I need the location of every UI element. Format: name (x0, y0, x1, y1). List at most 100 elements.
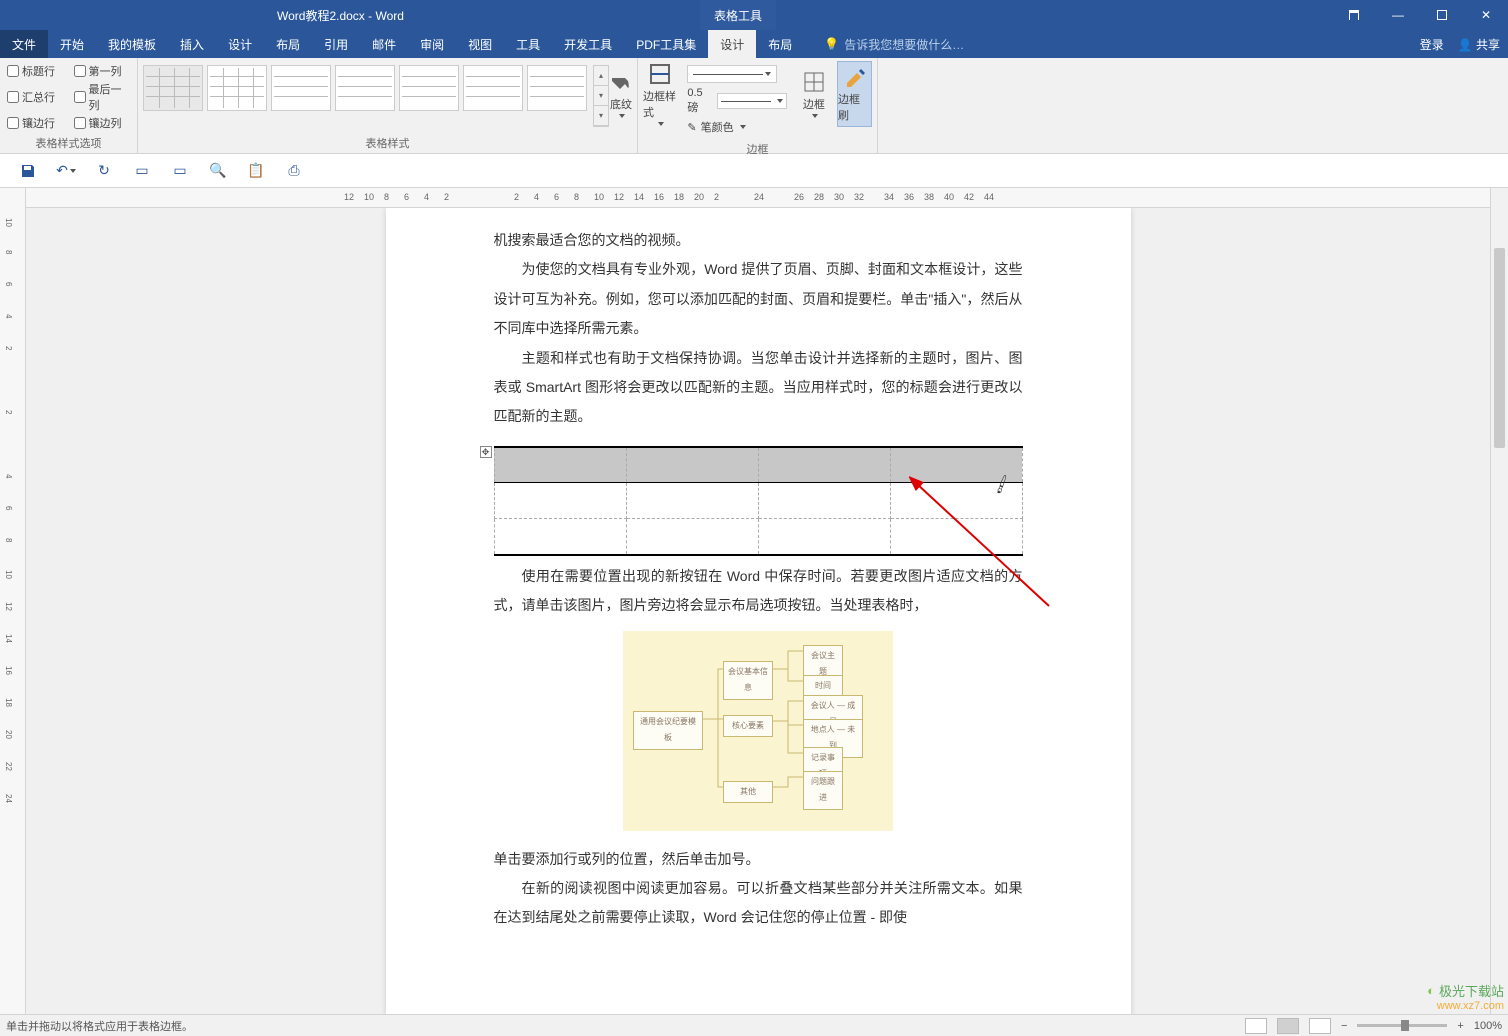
document-table[interactable] (494, 446, 1023, 556)
view-read-mode[interactable] (1245, 1018, 1267, 1034)
tab-insert[interactable]: 插入 (168, 30, 216, 58)
document-page[interactable]: 机搜索最适合您的文档的视频。 为使您的文档具有专业外观，Word 提供了页眉、页… (386, 208, 1131, 1014)
ruler-mark: 8 (384, 192, 389, 202)
tab-file[interactable]: 文件 (0, 30, 48, 58)
table-row[interactable] (494, 483, 1022, 519)
close-button[interactable]: ✕ (1464, 0, 1508, 30)
tab-layout[interactable]: 布局 (264, 30, 312, 58)
chk-last-col[interactable]: 最后一列 (74, 81, 131, 113)
contextual-tab-label: 表格工具 (700, 0, 776, 30)
view-web-layout[interactable] (1309, 1018, 1331, 1034)
table-row[interactable] (494, 447, 1022, 483)
ribbon-display-options[interactable] (1332, 0, 1376, 30)
chk-banded-col[interactable]: 镶边列 (74, 115, 131, 131)
chk-total-row[interactable]: 汇总行 (7, 81, 64, 113)
table-styles-gallery[interactable]: ▴▾▾ (143, 61, 609, 127)
tab-my-templates[interactable]: 我的模板 (96, 30, 168, 58)
qat-button[interactable]: 📋 (246, 161, 266, 181)
tell-me-search[interactable]: 💡告诉我您想要做什么… (824, 36, 964, 53)
tab-table-layout[interactable]: 布局 (756, 30, 804, 58)
ruler-mark: 6 (404, 192, 409, 202)
border-painter-button[interactable]: 边框刷 (837, 61, 872, 127)
shading-button[interactable]: 底纹 (609, 61, 633, 127)
table-style-thumb[interactable] (463, 65, 523, 111)
ruler-mark: 12 (344, 192, 354, 202)
vertical-scrollbar[interactable] (1490, 188, 1508, 1014)
chk-header-row[interactable]: 标题行 (7, 63, 64, 79)
ruler-mark: 26 (794, 192, 804, 202)
table-style-thumb[interactable] (207, 65, 267, 111)
embedded-diagram[interactable]: 通用会议纪要模板 会议基本信息 核心要素 其他 会议主题 时间 会议人 — 成员… (623, 631, 893, 831)
zoom-level[interactable]: 100% (1474, 1020, 1502, 1032)
ruler-mark: 10 (4, 218, 13, 227)
pen-weight-selector[interactable]: 0.5 磅 (687, 87, 786, 115)
ruler-mark: 4 (534, 192, 539, 202)
zoom-out-button[interactable]: − (1341, 1020, 1347, 1032)
zoom-slider-thumb[interactable] (1401, 1020, 1409, 1031)
scrollbar-thumb[interactable] (1494, 248, 1505, 448)
page-container[interactable]: 机搜索最适合您的文档的视频。 为使您的文档具有专业外观，Word 提供了页眉、页… (26, 208, 1490, 1014)
tab-references[interactable]: 引用 (312, 30, 360, 58)
table-row[interactable] (494, 519, 1022, 555)
minimize-button[interactable]: — (1376, 0, 1420, 30)
share-button[interactable]: 👤 共享 (1458, 36, 1500, 53)
ruler-mark: 2 (444, 192, 449, 202)
ruler-mark: 14 (4, 634, 13, 643)
table-style-thumb[interactable] (335, 65, 395, 111)
tab-tools[interactable]: 工具 (504, 30, 552, 58)
table-move-handle[interactable]: ✥ (480, 446, 492, 458)
body-text[interactable]: 使用在需要位置出现的新按钮在 Word 中保存时间。若要更改图片适应文档的方式，… (494, 562, 1023, 621)
maximize-button[interactable] (1420, 0, 1464, 30)
tab-design[interactable]: 设计 (216, 30, 264, 58)
ruler-mark: 4 (4, 314, 13, 318)
zoom-in-button[interactable]: + (1457, 1020, 1463, 1032)
body-text[interactable]: 为使您的文档具有专业外观，Word 提供了页眉、页脚、封面和文本框设计，这些设计… (494, 255, 1023, 343)
gallery-more-button[interactable]: ▴▾▾ (593, 65, 609, 127)
chk-banded-row[interactable]: 镶边行 (7, 115, 64, 131)
view-print-layout[interactable] (1277, 1018, 1299, 1034)
body-text[interactable]: 机搜索最适合您的文档的视频。 (494, 226, 1023, 255)
ruler-mark: 12 (614, 192, 624, 202)
tab-home[interactable]: 开始 (48, 30, 96, 58)
body-text[interactable]: 在新的阅读视图中阅读更加容易。可以折叠文档某些部分并关注所需文本。如果在达到结尾… (494, 874, 1023, 933)
login-link[interactable]: 登录 (1420, 36, 1444, 53)
body-text[interactable]: 单击要添加行或列的位置，然后单击加号。 (494, 845, 1023, 874)
vertical-ruler[interactable]: 10 8 6 4 2 2 4 6 8 10 12 14 16 18 20 22 … (0, 188, 26, 1014)
table-style-thumb[interactable] (527, 65, 587, 111)
tab-devtools[interactable]: 开发工具 (552, 30, 624, 58)
chk-first-col[interactable]: 第一列 (74, 63, 131, 79)
ruler-mark: 16 (654, 192, 664, 202)
ruler-mark: 10 (4, 570, 13, 579)
border-line-style[interactable] (687, 65, 777, 83)
ruler-mark: 14 (634, 192, 644, 202)
zoom-slider[interactable] (1357, 1024, 1447, 1027)
tab-pdf-tools[interactable]: PDF工具集 (624, 30, 708, 58)
save-button[interactable] (18, 161, 38, 181)
border-styles-button[interactable]: 边框样式 (643, 61, 677, 127)
ruler-mark: 42 (964, 192, 974, 202)
qat-button[interactable]: ▭ (170, 161, 190, 181)
pen-color-button[interactable]: ✎笔颜色 (687, 119, 786, 135)
tab-review[interactable]: 审阅 (408, 30, 456, 58)
table-style-thumb[interactable] (399, 65, 459, 111)
share-label: 共享 (1476, 38, 1500, 52)
watermark-logo-icon: ◐ (1427, 983, 1435, 998)
horizontal-ruler[interactable]: 12 10 8 6 4 2 2 4 6 8 10 12 14 16 18 20 … (26, 188, 1490, 208)
tab-view[interactable]: 视图 (456, 30, 504, 58)
ruler-mark: 8 (4, 250, 13, 254)
undo-button[interactable]: ↶ (56, 161, 76, 181)
watermark: ◐极光下载站 www.xz7.com (1427, 981, 1504, 1012)
borders-button[interactable]: 边框 (797, 61, 831, 127)
qat-button[interactable]: ⎙ (284, 161, 304, 181)
qat-button[interactable]: ▭ (132, 161, 152, 181)
tab-mailings[interactable]: 邮件 (360, 30, 408, 58)
table-style-thumb[interactable] (271, 65, 331, 111)
qat-button[interactable]: 🔍 (208, 161, 228, 181)
redo-button[interactable]: ↻ (94, 161, 114, 181)
document-title: Word教程2.docx - Word (277, 7, 404, 24)
ruler-mark: 34 (884, 192, 894, 202)
tab-table-design[interactable]: 设计 (708, 30, 756, 58)
body-text[interactable]: 主题和样式也有助于文档保持协调。当您单击设计并选择新的主题时，图片、图表或 Sm… (494, 344, 1023, 432)
ruler-mark: 12 (4, 602, 13, 611)
table-style-thumb[interactable] (143, 65, 203, 111)
